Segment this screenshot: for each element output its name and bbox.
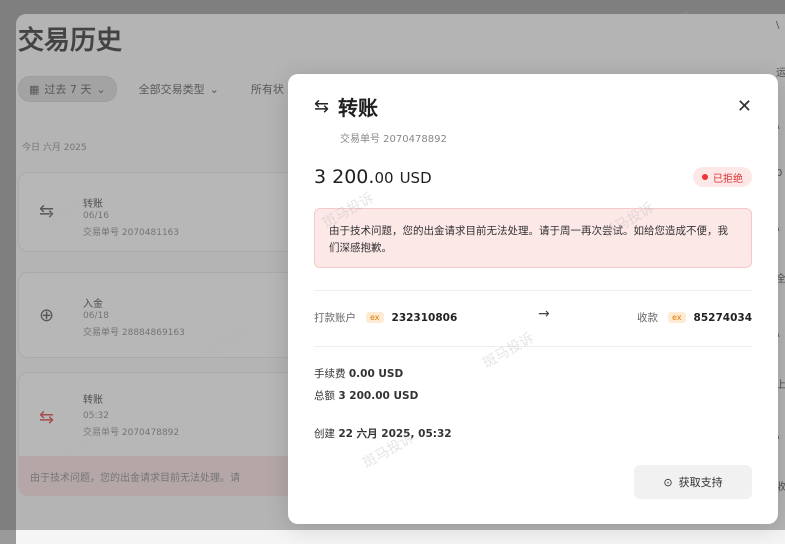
created-value: 22 六月 2025, 05:32 [338,428,452,440]
to-account-number: 85274034 [693,311,752,324]
amount-decimals: 00 [374,169,394,187]
fee-value: 0.00 USD [348,368,404,380]
status-dot-icon [702,174,708,180]
exchange-tag: ex [668,312,686,323]
get-support-button[interactable]: ⊙ 获取支持 [634,465,752,499]
created-label: 创建 [314,428,335,440]
total-row: 总额 3 200.00 USD [314,388,418,403]
amount-unit: USD [399,169,432,187]
transaction-amount: 3 200.00 USD [314,166,432,188]
support-label: 获取支持 [678,476,723,489]
fee-label: 手续费 [314,368,346,380]
error-alert: 由于技术问题，您的出金请求目前无法处理。请于周一再次尝试。如给您造成不便，我们深… [314,208,752,268]
to-label: 收款 [637,312,659,324]
from-account-number: 232310806 [391,311,458,324]
close-icon[interactable]: ✕ [737,96,752,117]
arrow-right-icon: → [538,306,550,322]
divider [314,290,752,291]
created-row: 创建 22 六月 2025, 05:32 [314,426,452,441]
modal-title: 转账 [338,96,378,120]
to-account-row: 收款 ex 85274034 [637,310,752,325]
total-label: 总额 [314,390,335,402]
status-badge: 已拒绝 [693,167,752,187]
amount-main: 3 200. [314,166,375,188]
transfer-icon: ⇆ [314,96,330,117]
from-label: 打款账户 [314,312,356,324]
exchange-tag: ex [366,312,384,323]
status-label: 已拒绝 [713,173,743,185]
total-value: 3 200.00 USD [338,390,419,402]
transaction-ref: 交易单号 2070478892 [340,134,447,145]
divider [314,346,752,347]
transaction-detail-modal: ⇆ 转账 ✕ 交易单号 2070478892 3 200.00 USD 已拒绝 … [288,74,778,524]
fee-row: 手续费 0.00 USD [314,366,403,381]
support-icon: ⊙ [663,475,673,489]
